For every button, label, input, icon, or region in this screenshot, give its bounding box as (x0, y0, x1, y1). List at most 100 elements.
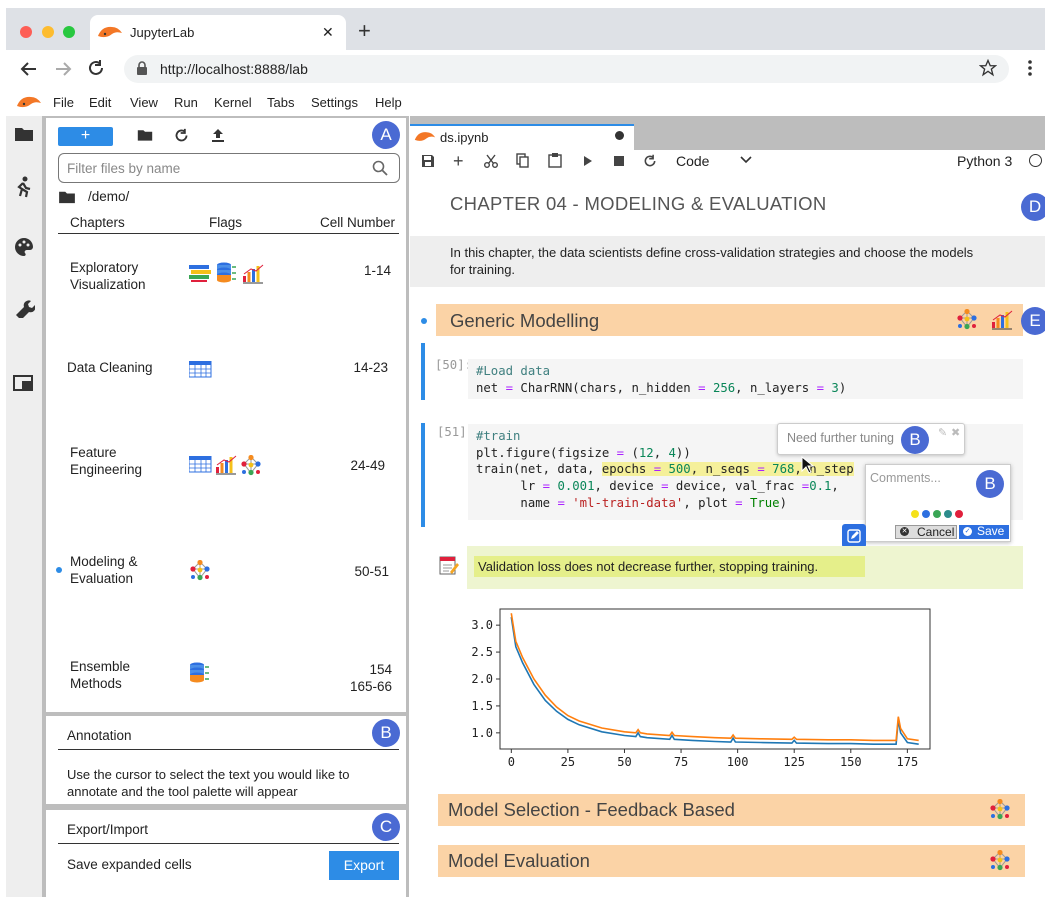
running-icon[interactable] (14, 176, 32, 198)
color-swatch[interactable] (933, 510, 941, 518)
color-swatch[interactable] (955, 510, 963, 518)
network-icon (240, 455, 262, 476)
x-tick-label: 0 (508, 755, 515, 769)
chapter-row-label[interactable]: Ensemble Methods (70, 658, 160, 692)
export-button[interactable]: Export (329, 851, 399, 880)
wrench-icon[interactable] (13, 298, 35, 318)
window-maximize-dot[interactable] (63, 26, 75, 38)
chapter-row-cells: 14-23 (353, 360, 388, 375)
back-arrow-icon[interactable] (20, 60, 38, 78)
bar-chart-icon (243, 264, 264, 284)
window-close-dot[interactable] (20, 26, 32, 38)
column-header-chapters: Chapters (70, 215, 125, 230)
kernel-status-icon (1029, 154, 1042, 167)
export-divider (58, 843, 399, 844)
cancel-icon: ✕ (900, 527, 909, 536)
code-cell-50[interactable]: #Load data net = CharRNN(chars, n_hidden… (468, 359, 1023, 399)
refresh-icon[interactable] (174, 128, 189, 143)
menu-run[interactable]: Run (174, 95, 198, 110)
tabs-icon[interactable] (13, 375, 33, 391)
palette-icon[interactable] (14, 237, 34, 257)
annotation-badge-b: B (976, 470, 1004, 498)
chapter-heading: CHAPTER 04 - MODELING & EVALUATION (450, 193, 827, 214)
plot-area (499, 608, 931, 750)
restart-icon[interactable] (643, 154, 657, 168)
edit-icon[interactable]: ✎ (938, 426, 947, 439)
folder-icon (59, 191, 75, 204)
stop-icon[interactable] (614, 156, 624, 166)
section-title: Model Evaluation (448, 850, 590, 871)
forward-arrow-icon[interactable] (54, 60, 72, 78)
browser-tab[interactable] (90, 15, 346, 51)
chapter-row-label[interactable]: Data Cleaning (67, 359, 153, 376)
chapter-row-label[interactable]: Exploratory Visualization (70, 259, 180, 293)
save-icon[interactable] (421, 154, 435, 168)
new-launcher-button[interactable]: + (58, 127, 113, 146)
chapter-row-cells: 50-51 (354, 564, 389, 579)
menu-help[interactable]: Help (375, 95, 402, 110)
cut-icon[interactable] (484, 154, 498, 168)
save-check-icon: ✓ (963, 527, 972, 536)
table-icon (189, 456, 212, 473)
color-swatch[interactable] (911, 510, 919, 518)
filter-placeholder: Filter files by name (67, 161, 181, 176)
jupyter-logo-icon (17, 96, 41, 108)
annotation-badge-c: C (372, 813, 400, 841)
unsaved-indicator (615, 131, 624, 140)
delete-icon[interactable]: ✖ (951, 426, 960, 439)
lock-icon (137, 61, 147, 75)
y-tick-label: 1.0 (471, 726, 493, 740)
notebook-toolbar (410, 150, 1045, 174)
chapter-row-label[interactable]: Feature Engineering (70, 444, 170, 478)
comment-input[interactable]: Comments... (870, 471, 941, 485)
menu-view[interactable]: View (130, 95, 158, 110)
annotation-badge-b: B (372, 719, 400, 747)
paste-icon[interactable] (548, 152, 562, 168)
annotation-divider (58, 749, 399, 750)
insert-cell-icon[interactable]: + (453, 151, 464, 172)
browser-menu-icon[interactable] (1027, 59, 1033, 77)
y-tick-label: 1.5 (471, 699, 493, 713)
cell-type-select[interactable]: Code (676, 153, 709, 169)
network-icon (189, 560, 211, 581)
cell-prompt: [50]: (435, 358, 473, 372)
annotation-title: Annotation (67, 728, 132, 743)
annotation-badge-e: E (1021, 307, 1045, 335)
new-folder-icon[interactable] (137, 128, 153, 142)
color-swatch[interactable] (922, 510, 930, 518)
column-header-flags: Flags (209, 215, 243, 230)
current-path[interactable]: /demo/ (88, 189, 129, 204)
annotation-help-text: Use the cursor to select the text you wo… (67, 767, 350, 799)
search-icon (372, 160, 388, 176)
menu-tabs[interactable]: Tabs (267, 95, 294, 110)
chevron-down-icon[interactable] (740, 156, 752, 164)
menu-edit[interactable]: Edit (89, 95, 111, 110)
menu-kernel[interactable]: Kernel (214, 95, 252, 110)
header-divider (58, 233, 399, 234)
annotation-note-text[interactable]: Validation loss does not decrease furthe… (474, 556, 865, 577)
x-tick-label: 125 (783, 755, 805, 769)
chapter-row-label[interactable]: Modeling & Evaluation (70, 553, 170, 587)
section-title: Model Selection - Feedback Based (448, 799, 735, 820)
annotation-badge-b: B (901, 426, 929, 454)
table-icon (189, 361, 212, 378)
kernel-name[interactable]: Python 3 (957, 153, 1012, 169)
copy-icon[interactable] (516, 153, 530, 168)
color-swatch[interactable] (944, 510, 952, 518)
chapter-row-cells: 24-49 (350, 458, 385, 473)
reload-icon[interactable] (87, 59, 105, 77)
folder-icon[interactable] (14, 126, 34, 142)
run-icon[interactable] (583, 155, 593, 167)
database-icon (216, 262, 237, 284)
export-label: Save expanded cells (67, 857, 192, 872)
window-minimize-dot[interactable] (42, 26, 54, 38)
bookmark-star-icon[interactable] (979, 59, 997, 77)
y-tick-label: 2.5 (471, 645, 493, 659)
file-browser-panel (46, 118, 406, 712)
close-tab-icon[interactable]: ✕ (322, 24, 334, 41)
upload-icon[interactable] (211, 128, 225, 143)
menu-file[interactable]: File (53, 95, 74, 110)
tooltip-text: Need further tuning (787, 431, 895, 445)
new-tab-button[interactable]: + (358, 18, 371, 44)
menu-settings[interactable]: Settings (311, 95, 358, 110)
